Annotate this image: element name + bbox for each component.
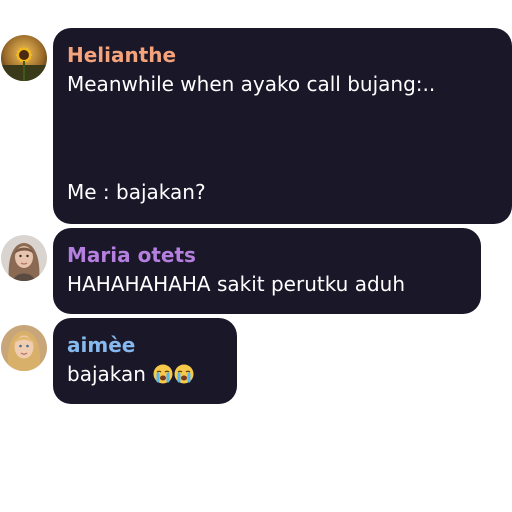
author-name[interactable]: aimèe bbox=[67, 332, 221, 358]
message-text: Me : bajakan? bbox=[67, 180, 206, 204]
woman-avatar[interactable] bbox=[1, 235, 47, 281]
message-bubble: Maria otets HAHAHAHAHA sakit perutku adu… bbox=[53, 228, 481, 314]
message-line: bajakan bbox=[67, 361, 221, 387]
message-text: HAHAHAHAHA sakit perutku aduh bbox=[67, 272, 406, 296]
author-name[interactable]: Helianthe bbox=[67, 42, 496, 68]
message-bubble: aimèe bajakan bbox=[53, 318, 237, 404]
message-bubble: Helianthe Meanwhile when ayako call buja… bbox=[53, 28, 512, 224]
blonde-woman-avatar[interactable] bbox=[1, 325, 47, 371]
loudly-crying-face-icon bbox=[174, 364, 194, 384]
loudly-crying-face-icon bbox=[153, 364, 173, 384]
sunflower-avatar[interactable] bbox=[1, 35, 47, 81]
chat-view: Helianthe Meanwhile when ayako call buja… bbox=[0, 0, 512, 512]
author-name[interactable]: Maria otets bbox=[67, 242, 465, 268]
message-text: bajakan bbox=[67, 362, 146, 386]
message-text: Meanwhile when ayako call bujang:.. bbox=[67, 72, 436, 96]
